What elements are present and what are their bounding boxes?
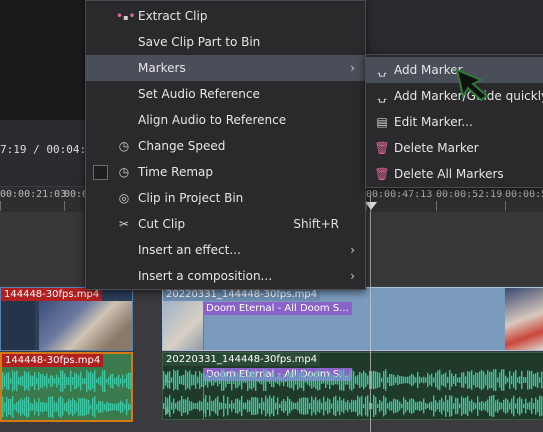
- menu-item-change-speed[interactable]: ◷ Change Speed: [86, 133, 365, 159]
- menu-item-label: Cut Clip: [138, 217, 186, 231]
- menu-item-label: Save Clip Part to Bin: [138, 35, 261, 49]
- ruler-tick: [64, 201, 65, 211]
- clip-context-menu: •▪• Extract Clip Save Clip Part to Bin M…: [85, 0, 366, 290]
- extract-icon: •▪•: [116, 9, 136, 23]
- video-clip-left[interactable]: 144448-30fps.mp4: [0, 287, 133, 351]
- menu-item-clip-in-project-bin[interactable]: ◎ Clip in Project Bin: [86, 185, 365, 211]
- audio-waveform: [2, 370, 131, 418]
- time-remap-checkbox[interactable]: [93, 165, 108, 180]
- playhead-handle[interactable]: [365, 202, 377, 210]
- cursor-arrow-icon: [455, 68, 489, 102]
- chevron-right-icon: ›: [350, 243, 355, 257]
- delete-icon: 🗑: [374, 141, 390, 155]
- menu-item-label: Insert a composition...: [138, 269, 273, 283]
- chevron-right-icon: ›: [350, 61, 355, 75]
- menu-item-cut-clip[interactable]: ✂ Cut Clip Shift+R: [86, 211, 365, 237]
- menu-item-label: Add Marker: [394, 63, 463, 77]
- video-thumbnail: [39, 301, 132, 350]
- menu-item-label: Change Speed: [138, 139, 226, 153]
- menu-item-insert-composition[interactable]: Insert a composition... ›: [86, 263, 365, 289]
- video-clip-right[interactable]: 20220331_144448-30fps.mp4 Doom Eternal -…: [162, 287, 543, 351]
- video-thumbnail: [163, 301, 203, 350]
- audio-waveform: [163, 369, 543, 417]
- menu-item-delete-all-markers[interactable]: 🗑 Delete All Markers: [366, 161, 543, 187]
- ruler-tick: [505, 201, 506, 211]
- chevron-right-icon: ›: [350, 269, 355, 283]
- ruler-tick-label: 00:00:52:19: [436, 189, 503, 200]
- add-marker-icon: ⍽: [377, 63, 387, 77]
- speed-icon: ◷: [118, 139, 130, 153]
- video-thumbnail: [505, 288, 543, 350]
- clip-title: 20220331_144448-30fps.mp4: [163, 353, 321, 366]
- monitor-timecode: 7:19 / 00:04:: [0, 143, 87, 156]
- menu-item-label: Time Remap: [138, 165, 214, 179]
- menu-item-label: Insert an effect...: [138, 243, 241, 257]
- markers-submenu: ⍽ Add Marker ⍽ Add Marker/Guide quickly …: [365, 54, 543, 188]
- menu-item-label: Set Audio Reference: [138, 87, 260, 101]
- edit-marker-icon: ▤: [376, 115, 388, 129]
- audio-clip-left[interactable]: 144448-30fps.mp4: [0, 352, 133, 422]
- audio-clip-right[interactable]: 20220331_144448-30fps.mp4 Doom Eternal -…: [162, 352, 543, 420]
- menu-item-label: Clip in Project Bin: [138, 191, 244, 205]
- menu-item-label: Delete Marker: [394, 141, 479, 155]
- menu-item-set-audio-reference[interactable]: Set Audio Reference: [86, 81, 365, 107]
- clip-title: 144448-30fps.mp4: [2, 354, 104, 367]
- ruler-tick-label: 00:00:21:03: [0, 189, 67, 200]
- menu-item-label: Markers: [138, 61, 186, 75]
- menu-item-label: Align Audio to Reference: [138, 113, 287, 127]
- menu-item-edit-marker[interactable]: ▤ Edit Marker...: [366, 109, 543, 135]
- ruler-tick: [436, 201, 437, 211]
- menu-item-delete-marker[interactable]: 🗑 Delete Marker: [366, 135, 543, 161]
- menu-item-insert-effect[interactable]: Insert an effect... ›: [86, 237, 365, 263]
- ruler-tick-label: 00:00:58:: [505, 189, 543, 200]
- menu-item-save-clip-part[interactable]: Save Clip Part to Bin: [86, 29, 365, 55]
- video-thumbnail: [1, 301, 35, 350]
- menu-item-label: Extract Clip: [138, 9, 208, 23]
- delete-all-icon: 🗑: [374, 167, 390, 181]
- marker-line: [203, 302, 204, 350]
- clip-marker[interactable]: Doom Eternal - All Doom S...: [203, 302, 352, 315]
- ruler-tick: [0, 201, 1, 211]
- menu-item-extract-clip[interactable]: •▪• Extract Clip: [86, 3, 365, 29]
- playhead-line[interactable]: [370, 195, 371, 432]
- time-remap-icon: ◷: [118, 165, 130, 179]
- clip-monitor: [0, 0, 86, 120]
- menu-item-align-audio[interactable]: Align Audio to Reference: [86, 107, 365, 133]
- shortcut-label: Shift+R: [293, 217, 339, 231]
- project-bin-icon: ◎: [118, 191, 130, 205]
- ruler-tick-label: 00:00:47:13: [366, 189, 433, 200]
- menu-item-markers[interactable]: Markers ›: [86, 55, 365, 81]
- menu-item-label: Edit Marker...: [394, 115, 473, 129]
- add-marker-quick-icon: ⍽: [377, 89, 387, 103]
- menu-item-label: Delete All Markers: [394, 167, 504, 181]
- scissors-icon: ✂: [118, 217, 130, 231]
- menu-item-time-remap[interactable]: ◷ Time Remap: [86, 159, 365, 185]
